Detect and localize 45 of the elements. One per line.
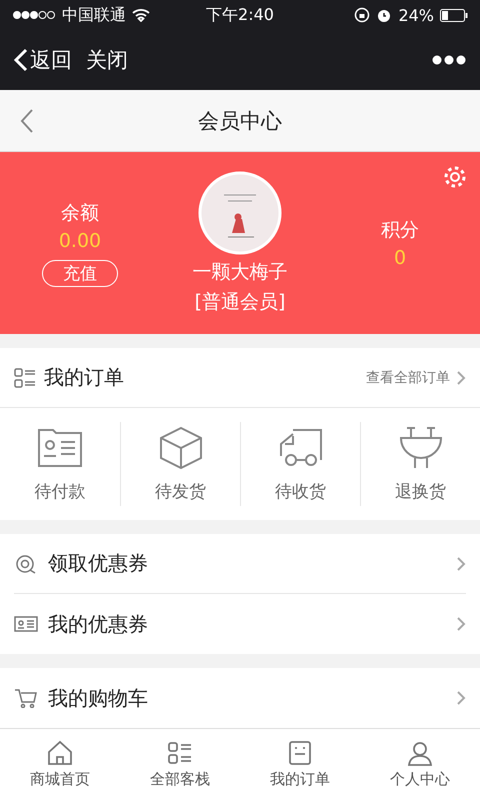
status-time: 下午2:40: [206, 4, 274, 26]
view-all-orders-link[interactable]: 查看全部订单: [366, 368, 466, 386]
member-level: [普通会员]: [194, 290, 286, 315]
order-icon: [286, 740, 314, 766]
back-icon[interactable]: [20, 108, 34, 134]
id-card-icon: [14, 614, 38, 634]
wifi-icon: [132, 8, 150, 22]
home-icon: [46, 740, 74, 766]
page-title: 会员中心: [197, 108, 283, 134]
points-label: 积分: [381, 218, 419, 243]
balance-value: 0.00: [58, 230, 102, 252]
list-icon: [14, 368, 36, 388]
tab-bar-item[interactable]: 商城首页: [0, 729, 120, 800]
battery-icon: [440, 8, 468, 22]
signal-icon: [12, 10, 56, 20]
chevron-right-icon: [456, 690, 466, 706]
points-value: 0: [394, 247, 406, 269]
alarm-icon: [376, 7, 392, 23]
close-button[interactable]: 关闭: [86, 46, 128, 74]
search-icon: [14, 554, 38, 574]
order-status-button[interactable]: 退换货: [360, 422, 480, 506]
order-status-button[interactable]: 待发货: [120, 422, 240, 506]
list-icon: [166, 740, 194, 766]
battery-percent: 24%: [398, 6, 434, 24]
back-icon: [14, 48, 28, 72]
tab-bar-item[interactable]: 个人中心: [360, 729, 480, 800]
order-status-button[interactable]: 待付款: [0, 422, 120, 506]
section-title: 我的订单: [44, 364, 125, 391]
balance-label: 余额: [61, 200, 99, 226]
menu-row[interactable]: 领取优惠券: [14, 534, 466, 594]
menu-row[interactable]: 我的优惠券: [14, 594, 466, 654]
back-button[interactable]: 返回: [14, 46, 72, 74]
more-icon[interactable]: [432, 55, 466, 65]
settings-icon[interactable]: [442, 164, 468, 190]
carrier-name: 中国联通: [62, 4, 126, 26]
tab-bar-item[interactable]: 全部客栈: [120, 729, 240, 800]
cart-icon: [14, 688, 38, 708]
person-icon: [406, 740, 434, 766]
chevron-right-icon: [456, 370, 466, 386]
order-status-button[interactable]: 待收货: [240, 422, 360, 506]
user-name: 一颗大梅子: [192, 260, 288, 285]
chevron-right-icon: [456, 616, 466, 632]
tab-bar-item[interactable]: 我的订单: [240, 729, 360, 800]
chevron-right-icon: [456, 556, 466, 572]
rotation-lock-icon: [354, 7, 370, 23]
